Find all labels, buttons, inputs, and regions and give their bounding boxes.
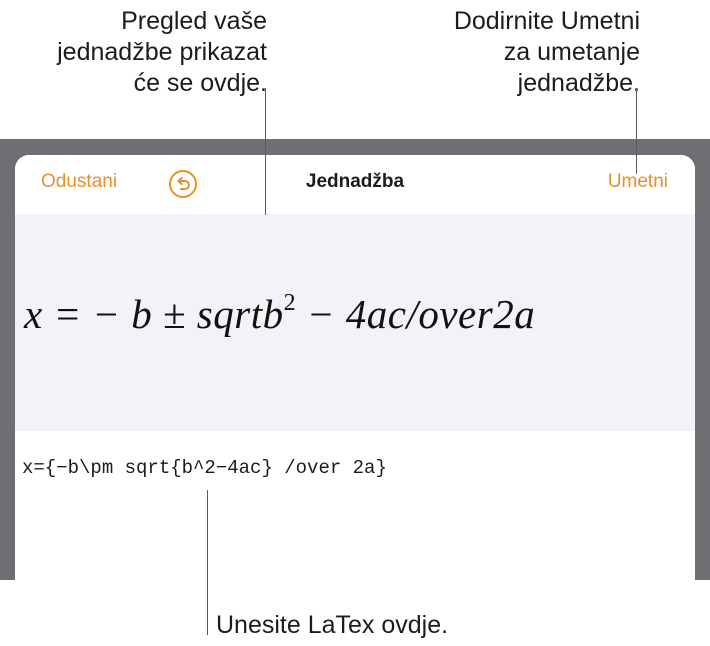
insert-callout: Dodirnite Umetni za umetanje jednadžbe. bbox=[453, 7, 640, 97]
equation-preview: x = − b ± sqrtb2 − 4ac/over2a bbox=[15, 214, 695, 431]
navigation-bar: Odustani Jednadžba Umetni bbox=[15, 155, 695, 214]
formula-exponent: 2 bbox=[283, 290, 297, 316]
insert-callout-line bbox=[636, 88, 637, 174]
latex-editor bbox=[15, 431, 695, 580]
preview-callout: Pregled vaše jednadžbe prikazat će se ov… bbox=[57, 7, 267, 97]
latex-input[interactable] bbox=[22, 453, 682, 483]
page-title: Jednadžba bbox=[305, 171, 405, 192]
formula-rest: − 4ac/over2a bbox=[296, 291, 536, 337]
formula-preview: x = − b ± sqrtb2 − 4ac/over2a bbox=[24, 290, 535, 338]
latex-callout-line bbox=[207, 490, 208, 635]
equation-sheet: Odustani Jednadžba Umetni x = − b ± sqrt… bbox=[15, 155, 695, 580]
insert-button[interactable]: Umetni bbox=[608, 171, 668, 193]
formula-main: x = − b ± sqrtb bbox=[24, 291, 284, 337]
preview-callout-line bbox=[265, 88, 266, 215]
latex-callout: Unesite LaTex ovdje. bbox=[216, 611, 449, 639]
